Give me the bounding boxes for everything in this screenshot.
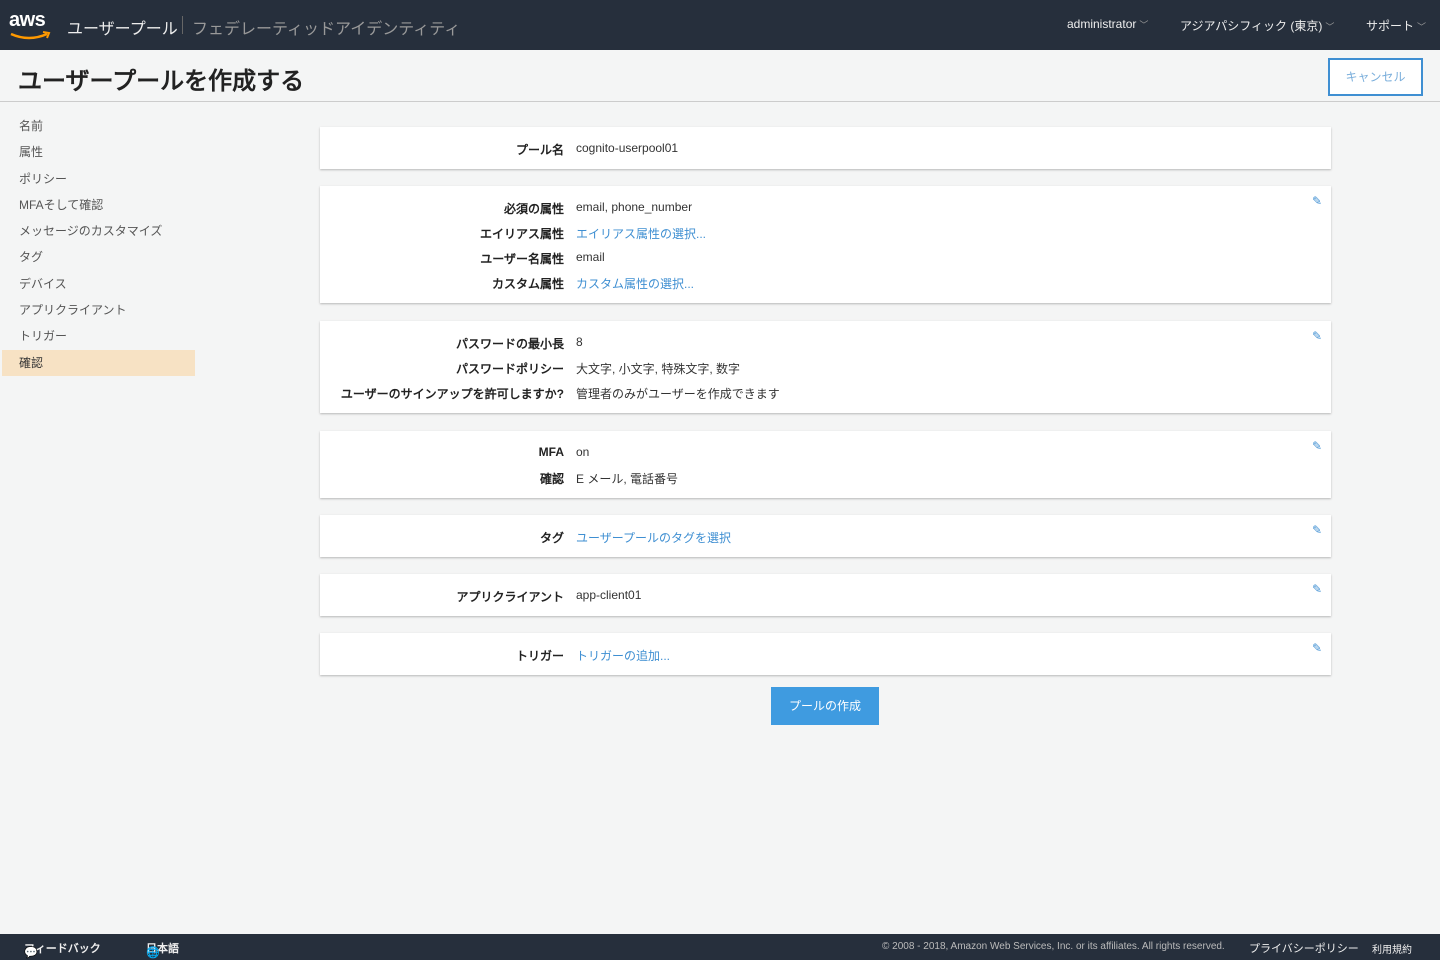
field-value: cognito-userpool01 — [576, 141, 679, 155]
edit-pencil-icon[interactable]: ✎ — [1312, 641, 1322, 655]
sidebar-item[interactable]: 名前 — [2, 113, 195, 139]
summary-row: カスタム属性 カスタム属性の選択... — [320, 269, 1331, 294]
field-value: 管理者のみがユーザーを作成できます — [576, 387, 780, 401]
chevron-down-icon: ﹀ — [1417, 22, 1427, 32]
language-selector[interactable]: 🌐 日本語 — [146, 940, 179, 959]
summary-row: エイリアス属性 エイリアス属性の選択... — [320, 219, 1331, 244]
summary-card: タグ ユーザープールのタグを選択 ✎ — [320, 515, 1331, 557]
privacy-link[interactable]: プライバシーポリシー — [1249, 940, 1359, 956]
sidebar-item[interactable]: 属性 — [2, 139, 195, 165]
field-link[interactable]: カスタム属性の選択... — [576, 275, 694, 292]
summary-row: プール名 cognito-userpool01 — [320, 135, 1331, 160]
edit-pencil-icon[interactable]: ✎ — [1312, 523, 1322, 537]
terms-link[interactable]: 利用規約 — [1372, 941, 1412, 956]
field-label: カスタム属性 — [491, 277, 564, 291]
field-label: トリガー — [515, 649, 564, 663]
summary-row: パスワードポリシー 大文字, 小文字, 特殊文字, 数字 — [320, 354, 1331, 379]
support-menu[interactable]: サポート ﹀ — [1366, 17, 1426, 34]
summary-row: 確認 E メール, 電話番号 — [320, 464, 1331, 489]
copyright: © 2008 - 2018, Amazon Web Services, Inc.… — [882, 941, 1225, 952]
nav-federated-identities[interactable]: フェデレーティッドアイデンティティ — [192, 15, 460, 39]
field-label: 必須の属性 — [503, 202, 564, 216]
field-link[interactable]: ユーザープールのタグを選択 — [576, 529, 731, 546]
field-label: パスワードの最小長 — [455, 337, 564, 351]
region-menu[interactable]: アジアパシフィック (東京) ﹀ — [1180, 17, 1334, 34]
globe-icon: 🌐 — [146, 947, 160, 959]
field-label: MFA — [538, 445, 564, 459]
sidebar-item[interactable]: メッセージのカスタマイズ — [2, 218, 195, 244]
sidebar-item[interactable]: トリガー — [2, 323, 195, 349]
summary-row: ユーザーのサインアップを許可しますか? 管理者のみがユーザーを作成できます — [320, 379, 1331, 404]
aws-logo[interactable]: aws — [9, 10, 53, 44]
cancel-button[interactable]: キャンセル — [1328, 58, 1423, 96]
field-link[interactable]: エイリアス属性の選択... — [576, 225, 706, 242]
sidebar-item[interactable]: ポリシー — [2, 166, 195, 192]
top-nav: aws ユーザープール フェデレーティッドアイデンティティ administra… — [0, 0, 1440, 50]
chevron-down-icon: ﹀ — [1139, 20, 1149, 30]
nav-user-pools[interactable]: ユーザープール — [67, 15, 178, 39]
user-name: administrator — [1067, 17, 1137, 31]
field-value: 大文字, 小文字, 特殊文字, 数字 — [576, 362, 741, 376]
field-label: アプリクライアント — [456, 590, 564, 604]
sidebar-item[interactable]: デバイス — [2, 271, 195, 297]
sidebar-item[interactable]: アプリクライアント — [2, 297, 195, 323]
field-link[interactable]: トリガーの追加... — [576, 647, 670, 664]
sidebar-item[interactable]: MFAそして確認 — [2, 192, 195, 218]
edit-pencil-icon[interactable]: ✎ — [1312, 194, 1322, 208]
summary-card: 必須の属性 email, phone_number エイリアス属性 エイリアス属性の選… — [320, 186, 1331, 303]
field-value: 8 — [576, 335, 583, 349]
sidebar: 名前 属性 ポリシー MFAそして確認 メッセージのカスタマイズ タグ デバイス アプリクライ… — [2, 113, 195, 376]
summary-card: プール名 cognito-userpool01 — [320, 127, 1331, 169]
summary-row: パスワードの最小長 8 — [320, 329, 1331, 354]
summary-row: MFA on — [320, 439, 1331, 464]
summary-card: MFA on 確認 E メール, 電話番号 ✎ — [320, 431, 1331, 498]
field-value: email — [576, 250, 605, 264]
field-label: パスワードポリシー — [455, 362, 564, 376]
edit-pencil-icon[interactable]: ✎ — [1312, 329, 1322, 343]
summary-row: タグ ユーザープールのタグを選択 — [320, 523, 1331, 548]
speech-bubble-icon: 💬 — [24, 947, 38, 959]
edit-pencil-icon[interactable]: ✎ — [1312, 582, 1322, 596]
field-value: app-client01 — [576, 588, 642, 602]
edit-pencil-icon[interactable]: ✎ — [1312, 439, 1322, 453]
divider — [182, 16, 183, 34]
field-label: エイリアス属性 — [479, 227, 564, 241]
field-value: E メール, 電話番号 — [576, 472, 679, 486]
field-label: 確認 — [539, 472, 564, 486]
field-value: on — [576, 445, 590, 459]
footer: 💬 フィードバック 🌐 日本語 © 2008 - 2018, Amazon We… — [0, 934, 1440, 960]
field-label: ユーザー名属性 — [480, 252, 564, 266]
chevron-down-icon: ﹀ — [1325, 22, 1335, 32]
aws-smile-icon — [10, 31, 51, 40]
page-title: ユーザープールを作成する — [18, 68, 305, 95]
title-bar: ユーザープールを作成する キャンセル — [0, 50, 1440, 102]
summary-row: アプリクライアント app-client01 — [320, 582, 1331, 607]
support-label: サポート — [1366, 19, 1415, 33]
region-name: アジアパシフィック (東京) — [1180, 19, 1323, 33]
summary-card: パスワードの最小長 8 パスワードポリシー 大文字, 小文字, 特殊文字, 数字 ユーザ… — [320, 321, 1331, 413]
summary-card: トリガー トリガーの追加... ✎ — [320, 633, 1331, 675]
user-menu[interactable]: administrator ﹀ — [1067, 17, 1148, 31]
field-label: ユーザーのサインアップを許可しますか? — [340, 387, 564, 401]
sidebar-item[interactable]: 確認 — [2, 349, 195, 376]
feedback-link[interactable]: 💬 フィードバック — [24, 940, 101, 959]
field-label: プール名 — [515, 143, 564, 157]
field-label: タグ — [539, 531, 564, 545]
create-pool-button[interactable]: プールの作成 — [771, 687, 879, 725]
summary-card: アプリクライアント app-client01 ✎ — [320, 574, 1331, 616]
sidebar-item[interactable]: タグ — [2, 244, 195, 270]
summary-row: ユーザー名属性 email — [320, 244, 1331, 269]
summary-row: 必須の属性 email, phone_number — [320, 194, 1331, 219]
field-value: email, phone_number — [576, 200, 693, 214]
summary-row: トリガー トリガーの追加... — [320, 641, 1331, 666]
